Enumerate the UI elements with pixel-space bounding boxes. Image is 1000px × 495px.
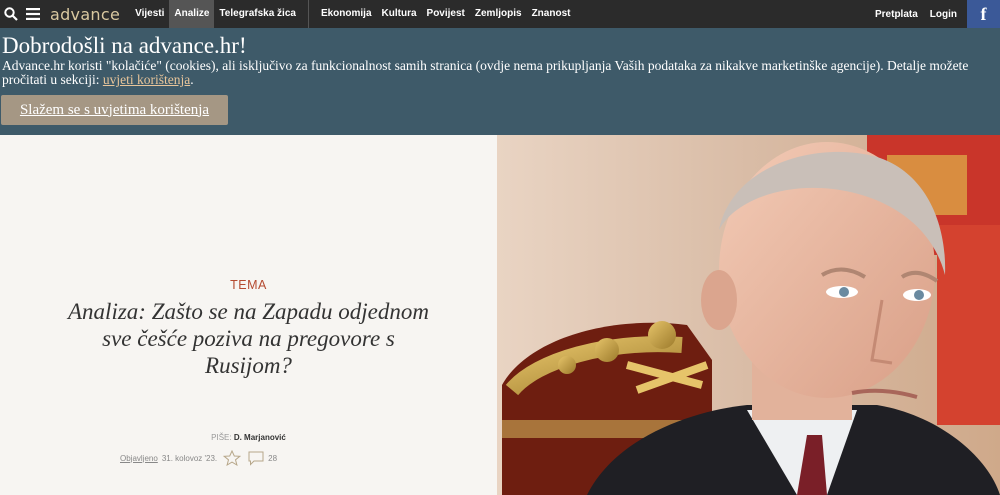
- article-hero-text: TEMA Analiza: Zašto se na Zapadu odjedno…: [0, 135, 497, 495]
- section-nav: Ekonomija Kultura Povijest Zemljopis Znanost: [316, 0, 576, 28]
- terms-link[interactable]: uvjeti korištenja: [103, 72, 190, 87]
- nav-telegrafska-zica[interactable]: Telegrafska žica: [214, 0, 301, 28]
- subscribe-link[interactable]: Pretplata: [869, 9, 924, 20]
- published-label: Objavljeno: [120, 453, 158, 463]
- article-tag[interactable]: TEMA: [0, 278, 497, 292]
- author-label: PIŠE:: [211, 433, 232, 442]
- nav-analize[interactable]: Analize: [169, 0, 215, 28]
- comment-count[interactable]: 28: [268, 454, 277, 463]
- article-meta: Objavljeno 31. kolovoz '23. 28: [120, 450, 277, 466]
- article-headline[interactable]: Analiza: Zašto se na Zapadu odjednom sve…: [60, 298, 437, 379]
- accept-cookies-button[interactable]: Slažem se s uvjetima korištenja: [1, 95, 228, 125]
- nav-povijest[interactable]: Povijest: [422, 0, 470, 28]
- cookie-banner: Dobrodošli na advance.hr! Advance.hr kor…: [0, 28, 1000, 135]
- cookie-text: Advance.hr koristi "kolačiće" (cookies),…: [2, 59, 997, 87]
- nav-vijesti[interactable]: Vijesti: [130, 0, 169, 28]
- cookie-text-end: .: [190, 72, 194, 87]
- nav-znanost[interactable]: Znanost: [527, 0, 576, 28]
- published-date: 31. kolovoz '23.: [161, 453, 218, 463]
- comment-icon[interactable]: [247, 450, 265, 466]
- star-icon[interactable]: [223, 450, 242, 466]
- search-icon[interactable]: [0, 0, 22, 28]
- menu-icon[interactable]: [22, 0, 44, 28]
- nav-ekonomija[interactable]: Ekonomija: [316, 0, 377, 28]
- article-byline: PIŠE: D. Marjanović: [0, 433, 497, 442]
- author-name[interactable]: D. Marjanović: [234, 433, 286, 442]
- user-nav: Pretplata Login f: [869, 0, 1000, 28]
- site-logo[interactable]: advance: [50, 5, 120, 24]
- main-nav: Vijesti Analize Telegrafska žica: [130, 0, 301, 28]
- nav-zemljopis[interactable]: Zemljopis: [470, 0, 527, 28]
- article-hero-image[interactable]: [497, 135, 1000, 495]
- top-navigation-bar: advance Vijesti Analize Telegrafska žica E…: [0, 0, 1000, 28]
- nav-divider: [307, 0, 309, 28]
- cookie-title: Dobrodošli na advance.hr!: [2, 33, 247, 58]
- login-link[interactable]: Login: [924, 9, 963, 20]
- facebook-icon[interactable]: f: [967, 0, 1000, 28]
- nav-kultura[interactable]: Kultura: [377, 0, 422, 28]
